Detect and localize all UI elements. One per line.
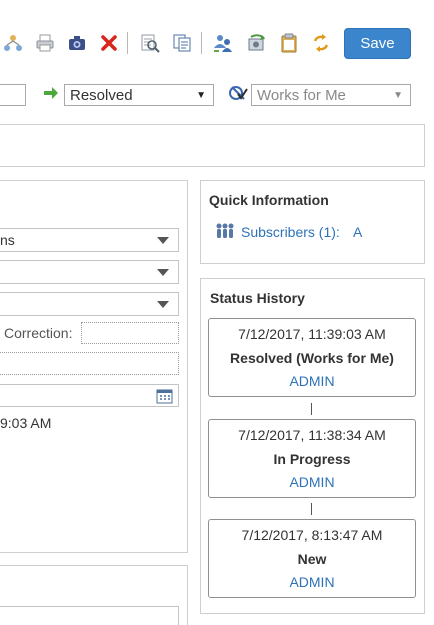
chevron-down-icon — [157, 237, 169, 244]
category-select[interactable]: ns — [0, 228, 179, 252]
save-button[interactable]: Save — [344, 28, 411, 59]
workflow-icon[interactable] — [2, 32, 24, 54]
history-connector — [311, 403, 312, 415]
subscribers-link[interactable]: Subscribers (1): — [241, 224, 340, 240]
subscriber-name-link[interactable]: A — [353, 224, 362, 240]
history-status: In Progress — [273, 451, 351, 467]
resolution-icon — [228, 83, 248, 106]
left-text-field[interactable] — [0, 84, 26, 106]
history-user-link[interactable]: ADMIN — [209, 474, 415, 490]
resolution-select-value: Works for Me — [257, 86, 346, 104]
status-select-value: Resolved — [70, 86, 133, 104]
delete-icon[interactable] — [98, 32, 120, 54]
divider — [0, 166, 425, 167]
divider — [424, 124, 425, 166]
history-status: New — [297, 551, 327, 567]
history-connector — [311, 503, 312, 515]
history-user-link[interactable]: ADMIN — [209, 574, 415, 590]
history-date: 7/12/2017, 8:13:47 AM — [241, 527, 383, 543]
divider — [0, 124, 425, 125]
notes-input[interactable] — [0, 352, 179, 375]
history-entry: 7/12/2017, 8:13:47 AM New ADMIN — [208, 519, 416, 598]
status-select[interactable]: Resolved ▼ — [64, 84, 214, 106]
users-icon[interactable] — [212, 32, 234, 54]
copy-icon[interactable] — [171, 32, 193, 54]
toolbar-separator — [201, 32, 202, 54]
priority-select[interactable] — [0, 260, 179, 284]
correction-input[interactable] — [81, 322, 179, 344]
clipboard-icon[interactable] — [278, 32, 300, 54]
print-icon[interactable] — [34, 32, 56, 54]
find-icon[interactable] — [139, 32, 161, 54]
date-input[interactable] — [0, 384, 179, 407]
correction-label: Correction: — [4, 325, 73, 341]
history-entry: 7/12/2017, 11:38:34 AM In Progress ADMIN — [208, 419, 416, 498]
chevron-down-icon — [157, 301, 169, 308]
swap-icon[interactable] — [310, 32, 332, 54]
toolbar-separator — [127, 32, 128, 54]
chevron-down-icon: ▼ — [393, 90, 403, 101]
arrow-right-icon — [42, 84, 60, 105]
subscribers-icon — [215, 222, 235, 243]
refresh-icon[interactable] — [246, 32, 268, 54]
history-entry: 7/12/2017, 11:39:03 AM Resolved (Works f… — [208, 318, 416, 397]
chevron-down-icon: ▼ — [196, 90, 206, 101]
quick-information-title: Quick Information — [209, 192, 329, 208]
calendar-icon[interactable] — [156, 388, 173, 407]
history-status: Resolved (Works for Me) — [230, 350, 394, 366]
lower-input[interactable] — [0, 606, 179, 625]
resolution-select[interactable]: Works for Me ▼ — [251, 84, 411, 106]
camera-icon[interactable] — [66, 32, 88, 54]
time-text: 9:03 AM — [0, 415, 52, 431]
history-date: 7/12/2017, 11:39:03 AM — [238, 326, 386, 342]
history-user-link[interactable]: ADMIN — [209, 373, 415, 389]
category-select-value: ns — [0, 232, 15, 248]
severity-select[interactable] — [0, 292, 179, 316]
history-date: 7/12/2017, 11:38:34 AM — [238, 427, 386, 443]
status-history-title: Status History — [210, 290, 305, 306]
chevron-down-icon — [157, 269, 169, 276]
